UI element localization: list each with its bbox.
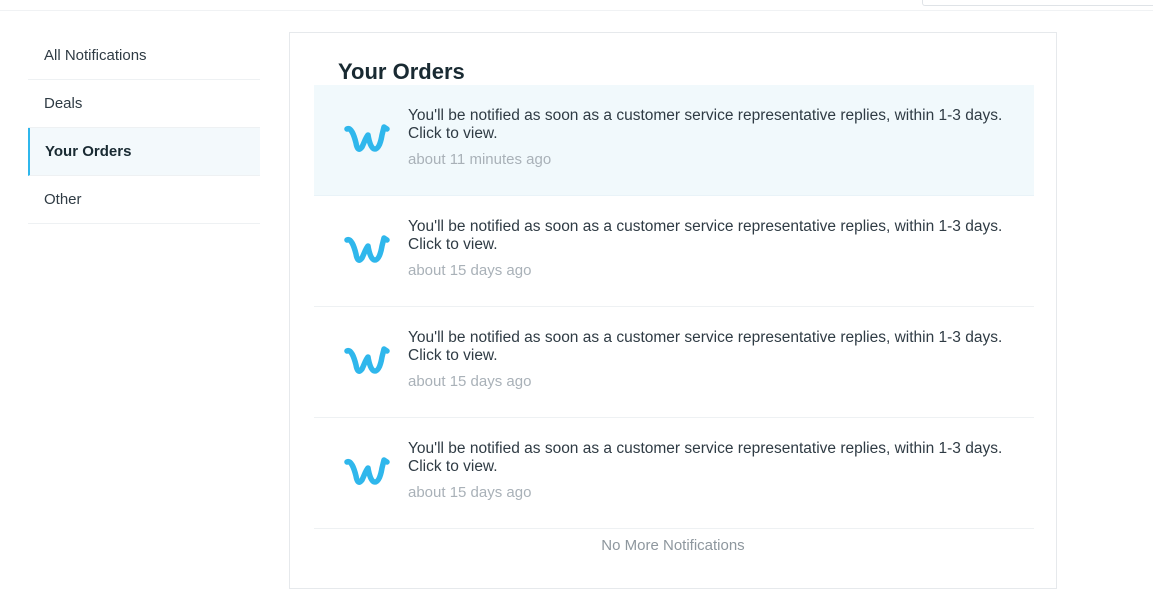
notification-item[interactable]: You'll be notified as soon as a customer…: [314, 307, 1034, 418]
notification-timestamp: about 15 days ago: [408, 484, 532, 501]
header-search-box[interactable]: [922, 0, 1153, 6]
notification-message: You'll be notified as soon as a customer…: [408, 440, 1003, 475]
wish-logo-icon: [344, 235, 390, 263]
top-bar: [0, 0, 1153, 11]
wish-logo-icon: [344, 346, 390, 374]
wish-logo-icon: [344, 124, 390, 152]
notification-item[interactable]: You'll be notified as soon as a customer…: [314, 85, 1034, 196]
wish-logo-icon: [344, 457, 390, 485]
notification-categories-sidebar: All Notifications Deals Your Orders Othe…: [28, 32, 260, 224]
sidebar-item-your-orders[interactable]: Your Orders: [28, 128, 260, 176]
notifications-panel: Your Orders You'll be notified as soon a…: [289, 32, 1057, 589]
sidebar-item-other[interactable]: Other: [28, 176, 260, 224]
notification-message: You'll be notified as soon as a customer…: [408, 218, 1003, 253]
notification-item[interactable]: You'll be notified as soon as a customer…: [314, 196, 1034, 307]
notification-message: You'll be notified as soon as a customer…: [408, 107, 1003, 142]
no-more-notifications-label: No More Notifications: [601, 537, 745, 554]
sidebar-item-all-notifications[interactable]: All Notifications: [28, 32, 260, 80]
notification-message: You'll be notified as soon as a customer…: [408, 329, 1003, 364]
notification-list: You'll be notified as soon as a customer…: [314, 85, 1034, 529]
sidebar-item-deals[interactable]: Deals: [28, 80, 260, 128]
notification-item[interactable]: You'll be notified as soon as a customer…: [314, 418, 1034, 529]
notification-timestamp: about 11 minutes ago: [408, 151, 552, 168]
notification-timestamp: about 15 days ago: [408, 373, 532, 390]
notification-timestamp: about 15 days ago: [408, 262, 532, 279]
page-title: Your Orders: [338, 59, 465, 84]
